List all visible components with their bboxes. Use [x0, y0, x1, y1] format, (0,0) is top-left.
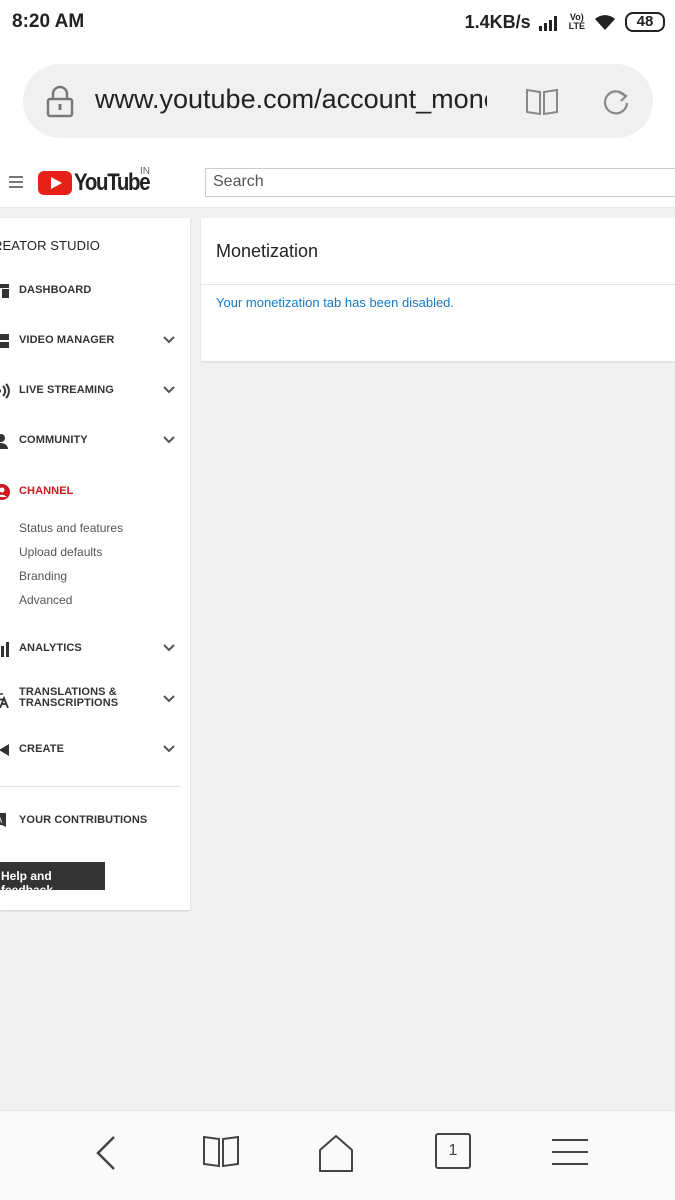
sidebar-item-community[interactable]: COMMUNITY: [0, 426, 190, 456]
help-feedback-button[interactable]: Help and feedback: [0, 862, 105, 897]
chevron-down-icon[interactable]: [163, 695, 175, 703]
status-bar: 8:20 AM 1.4KB/s Vo) LTE 48: [0, 0, 675, 44]
sidebar-item-label: DASHBOARD: [19, 284, 92, 296]
volte-icon: Vo) LTE: [569, 13, 585, 31]
browser-bottom-nav: 1: [0, 1110, 675, 1200]
sidebar-item-label: ANALYTICS: [19, 642, 82, 654]
sidebar-item-label: LIVE STREAMING: [19, 384, 114, 396]
sidebar-item-label: COMMUNITY: [19, 434, 88, 446]
sidebar-item-label: CREATE: [19, 743, 65, 755]
sidebar-item-translations[interactable]: TRANSLATIONS & TRANSCRIPTIONS: [0, 685, 190, 715]
home-icon[interactable]: [317, 1133, 355, 1173]
chevron-down-icon[interactable]: [163, 386, 175, 394]
channel-subitem-advanced[interactable]: Advanced: [19, 593, 72, 607]
sidebar-item-analytics[interactable]: ANALYTICS: [0, 634, 190, 664]
sidebar-item-label: VIDEO MANAGER: [19, 334, 115, 346]
search-input[interactable]: Search: [205, 168, 675, 197]
lte-label: LTE: [568, 21, 585, 31]
wifi-icon: [595, 15, 615, 30]
sidebar-item-channel[interactable]: CHANNEL: [0, 477, 190, 507]
contributions-icon: A: [0, 813, 6, 827]
sidebar-item-video-manager[interactable]: VIDEO MANAGER: [0, 326, 190, 356]
menu-icon[interactable]: [9, 176, 23, 188]
chevron-down-icon[interactable]: [163, 336, 175, 344]
url-text[interactable]: www.youtube.com/account_mone: [95, 84, 487, 115]
sidebar-item-dashboard[interactable]: DASHBOARD: [0, 276, 190, 306]
signal-icon: [538, 16, 557, 31]
sidebar-item-live-streaming[interactable]: LIVE STREAMING: [0, 376, 190, 406]
menu-icon[interactable]: [552, 1133, 588, 1169]
youtube-logo[interactable]: YouTube IN: [38, 166, 163, 198]
monetization-panel: Monetization Your monetization tab has b…: [201, 218, 675, 361]
sidebar-title: REATOR STUDIO: [0, 238, 100, 253]
chevron-down-icon[interactable]: [163, 644, 175, 652]
back-icon[interactable]: [94, 1133, 118, 1173]
sidebar-item-label: YOUR CONTRIBUTIONS: [19, 814, 148, 826]
community-icon: [0, 434, 8, 449]
monetization-status-message: Your monetization tab has been disabled.: [216, 295, 455, 310]
tabs-button[interactable]: 1: [435, 1133, 471, 1169]
translate-icon: [0, 693, 9, 708]
video-manager-icon: [0, 334, 9, 348]
lock-icon: [46, 85, 74, 118]
chevron-down-icon[interactable]: [163, 745, 175, 753]
network-speed: 1.4KB/s: [464, 11, 531, 32]
channel-subitem-status-features[interactable]: Status and features: [19, 521, 123, 535]
channel-subitem-upload-defaults[interactable]: Upload defaults: [19, 545, 102, 559]
status-time: 8:20 AM: [12, 11, 85, 32]
sidebar-item-create[interactable]: CREATE: [0, 735, 190, 765]
browser-toolbar: www.youtube.com/account_mone: [0, 44, 675, 158]
title-divider: [201, 284, 675, 285]
address-bar[interactable]: www.youtube.com/account_mone: [23, 64, 653, 138]
page-title: Monetization: [216, 241, 319, 261]
country-code: IN: [140, 166, 150, 177]
bookmarks-icon[interactable]: [202, 1133, 240, 1169]
sidebar-divider: [0, 786, 180, 787]
analytics-icon: [1, 642, 9, 657]
youtube-header: YouTube IN Search: [0, 158, 675, 208]
sidebar-item-contributions[interactable]: A YOUR CONTRIBUTIONS: [0, 806, 190, 836]
channel-icon: [0, 484, 10, 500]
dashboard-icon: [0, 284, 9, 298]
channel-subitem-branding[interactable]: Branding: [19, 569, 67, 583]
sidebar-item-label: TRANSLATIONS & TRANSCRIPTIONS: [19, 687, 118, 709]
reload-icon[interactable]: [601, 86, 631, 116]
live-streaming-icon: [0, 383, 10, 399]
creator-studio-sidebar: REATOR STUDIO DASHBOARD VIDEO MANAGER LI…: [0, 218, 190, 910]
status-indicators: 1.4KB/s Vo) LTE 48: [465, 10, 665, 34]
label-line-2: TRANSCRIPTIONS: [19, 697, 119, 709]
sidebar-item-label: CHANNEL: [19, 485, 74, 497]
create-icon: [0, 744, 9, 756]
youtube-play-icon: [38, 171, 72, 195]
battery-indicator: 48: [625, 12, 665, 32]
logo-text: YouTube: [74, 169, 151, 196]
tab-count: 1: [435, 1133, 471, 1169]
chevron-down-icon[interactable]: [163, 436, 175, 444]
reader-mode-icon[interactable]: [525, 86, 559, 116]
